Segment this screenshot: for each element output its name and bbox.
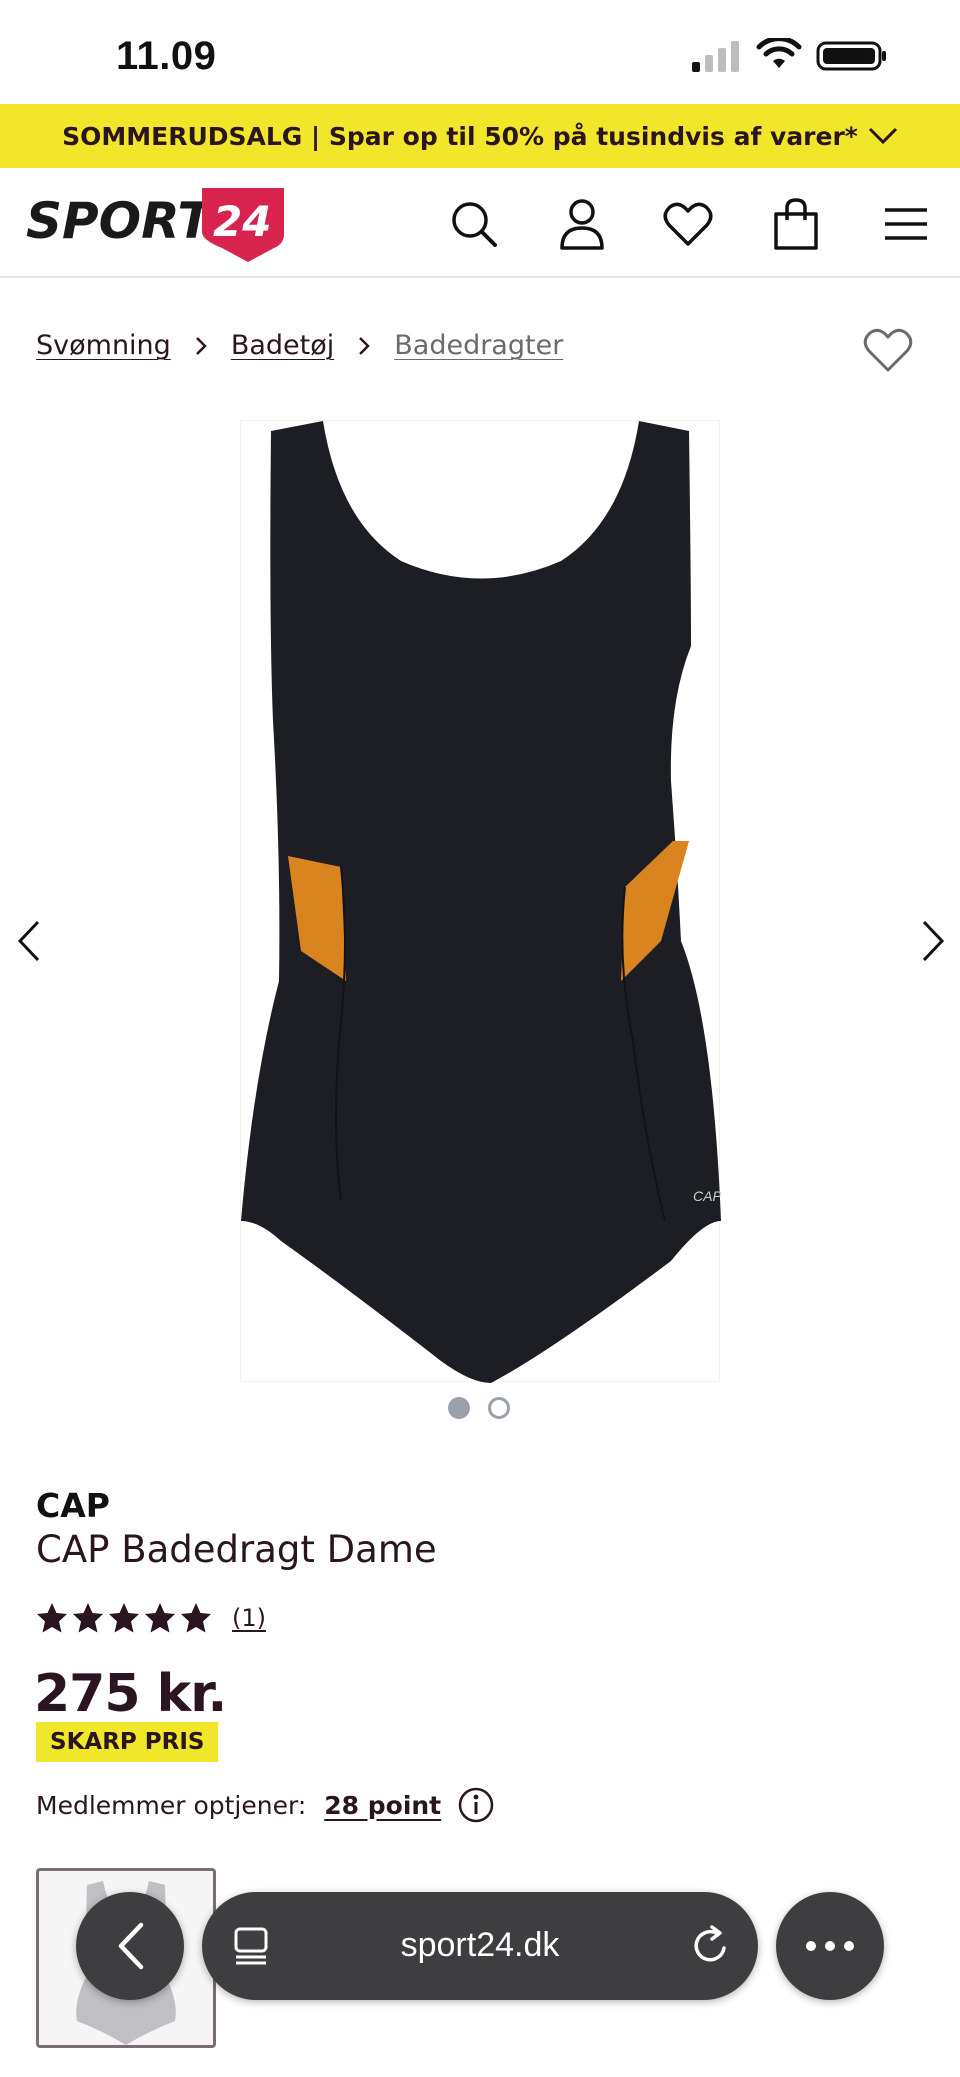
chevron-down-icon <box>868 127 897 145</box>
status-bar: 11.09 <box>0 0 960 104</box>
swimsuit-image: CAP <box>241 421 722 1383</box>
reload-icon[interactable] <box>690 1924 732 1968</box>
browser-address-bar[interactable]: sport24.dk <box>202 1892 758 2000</box>
promo-text: SOMMERUDSALG | Spar op til 50% på tusind… <box>62 121 858 151</box>
browser-url[interactable]: sport24.dk <box>202 1926 758 1965</box>
gallery-next-arrow-icon[interactable] <box>918 918 948 964</box>
star-icon <box>37 1603 67 1633</box>
product-title: CAP Badedragt Dame <box>36 1528 437 1571</box>
site-header: SPORT 24 <box>0 168 960 278</box>
breadcrumb: Svømning Badetøj Badedragter <box>36 330 563 361</box>
star-icon <box>73 1603 103 1633</box>
member-points: Medlemmer optjener: 28 point <box>36 1786 495 1824</box>
breadcrumb-item-svomning[interactable]: Svømning <box>36 330 171 361</box>
chevron-right-icon <box>359 336 371 355</box>
browser-more-button[interactable] <box>776 1892 884 2000</box>
member-points-label: Medlemmer optjener: <box>36 1790 307 1820</box>
breadcrumb-item-badetoj[interactable]: Badetøj <box>231 330 334 361</box>
cellular-signal-icon <box>692 41 739 72</box>
svg-text:24: 24 <box>213 197 271 246</box>
battery-icon <box>816 41 886 71</box>
sport24-logo[interactable]: SPORT 24 <box>26 182 286 264</box>
gallery-dot-2[interactable] <box>488 1397 510 1419</box>
wishlist-icon[interactable] <box>660 196 716 252</box>
svg-text:SPORT: SPORT <box>26 192 215 250</box>
more-dots-icon <box>806 1941 854 1951</box>
gallery-prev-arrow-icon[interactable] <box>14 918 44 964</box>
product-rating[interactable]: (1) <box>36 1602 266 1634</box>
member-points-link[interactable]: 28 point <box>324 1791 441 1820</box>
product-brand[interactable]: CAP <box>36 1486 110 1525</box>
gallery-pagination <box>448 1397 510 1419</box>
chevron-left-icon <box>118 1922 144 1970</box>
status-time: 11.09 <box>116 34 217 78</box>
product-image[interactable]: CAP <box>240 420 722 1383</box>
svg-text:CAP: CAP <box>693 1188 721 1204</box>
rating-count[interactable]: (1) <box>232 1604 266 1632</box>
search-icon[interactable] <box>446 196 502 252</box>
gallery-dot-1[interactable] <box>448 1397 470 1419</box>
rating-stars <box>36 1602 212 1634</box>
product-price: 275 kr. <box>34 1664 227 1724</box>
promo-banner[interactable]: SOMMERUDSALG | Spar op til 50% på tusind… <box>0 104 960 168</box>
browser-back-button[interactable] <box>76 1892 184 2000</box>
menu-icon[interactable] <box>878 196 934 252</box>
account-icon[interactable] <box>554 196 610 252</box>
star-icon <box>145 1603 175 1633</box>
star-icon <box>181 1603 211 1633</box>
star-icon <box>109 1603 139 1633</box>
chevron-right-icon <box>195 336 207 355</box>
cart-icon[interactable] <box>768 196 824 252</box>
info-icon[interactable] <box>457 1786 495 1824</box>
breadcrumb-item-badedragter[interactable]: Badedragter <box>394 330 563 361</box>
price-badge: SKARP PRIS <box>36 1722 219 1762</box>
wifi-icon <box>756 38 802 68</box>
add-to-wishlist-heart-icon[interactable] <box>862 326 914 374</box>
